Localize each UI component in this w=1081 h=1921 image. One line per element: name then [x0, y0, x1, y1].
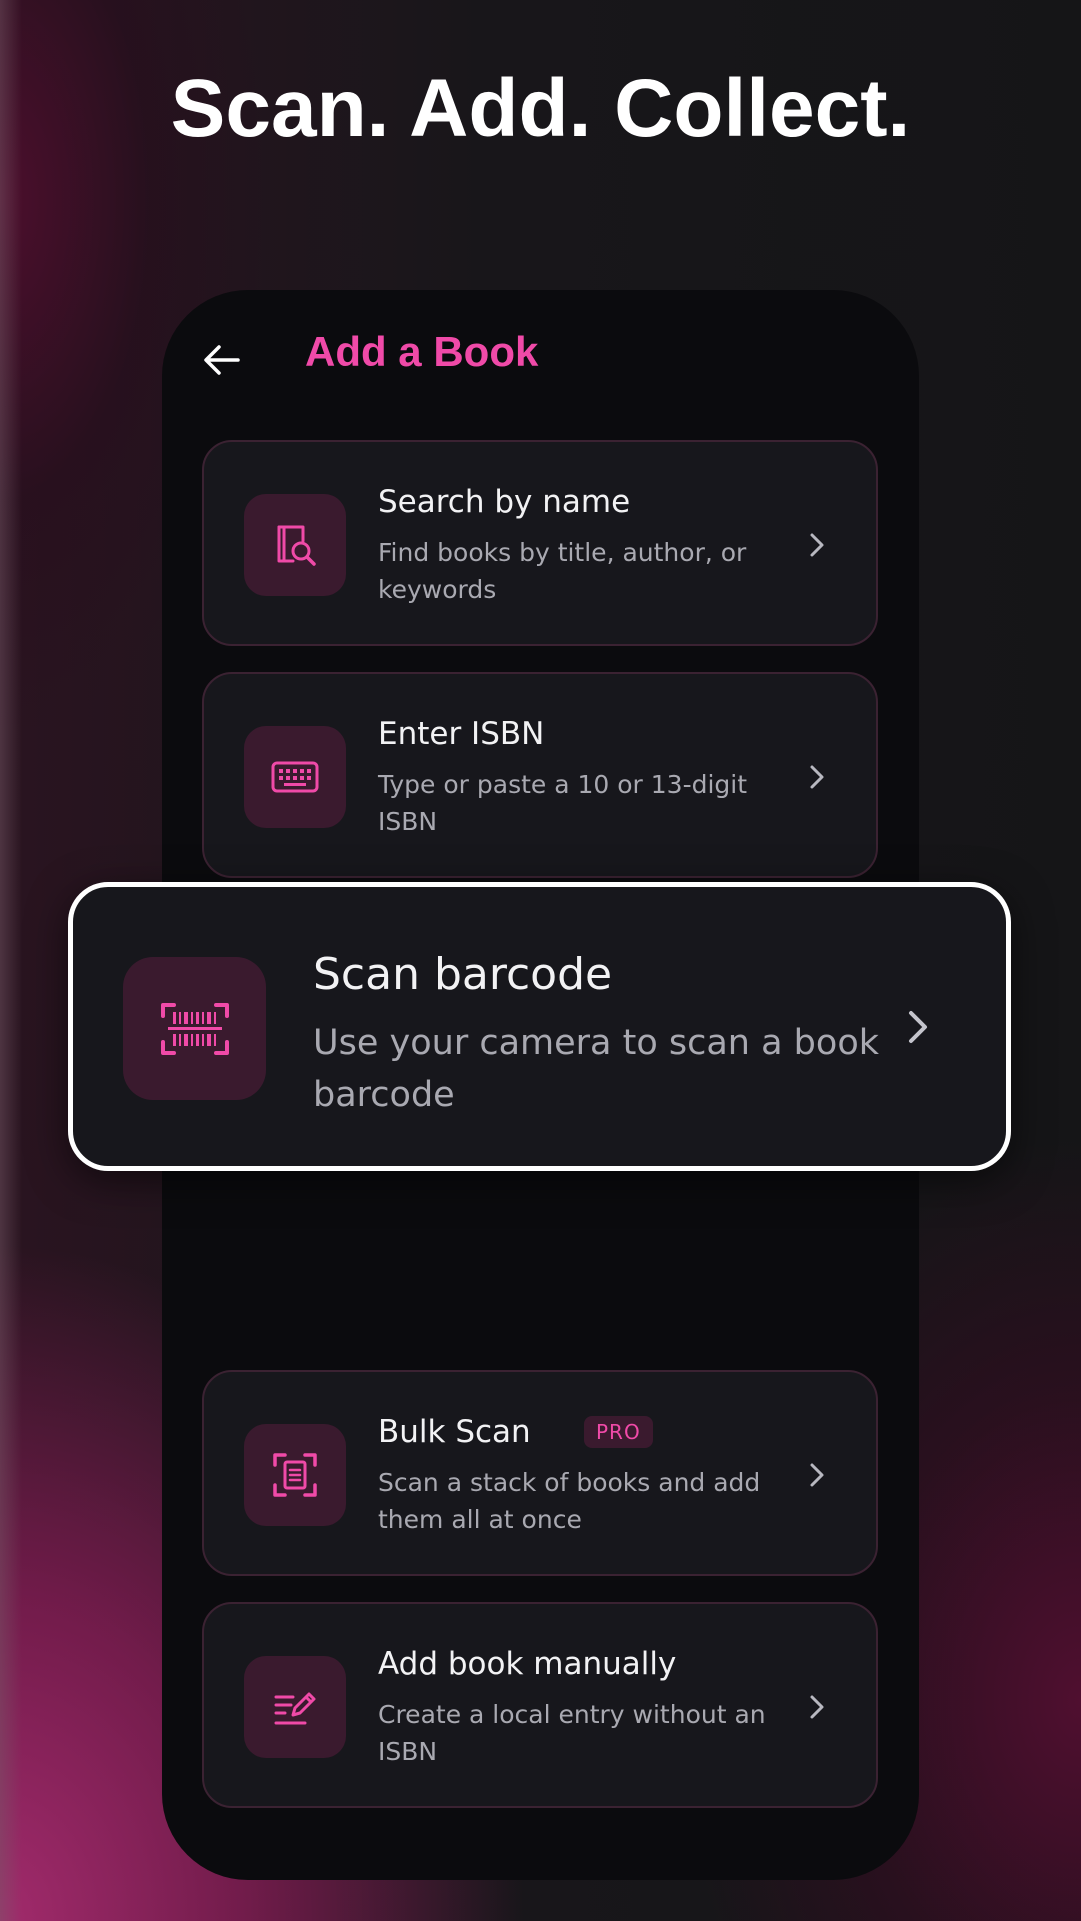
icon-tile: [244, 494, 346, 596]
option-description: Find books by title, author, or keywords: [378, 538, 747, 604]
option-search-by-name[interactable]: Search by name Find books by title, auth…: [202, 440, 878, 646]
edit-note-icon: [274, 1692, 316, 1725]
chevron-right-icon: [900, 1005, 936, 1049]
option-description: Use your camera to scan a book barcode: [313, 1023, 879, 1115]
icon-tile: [244, 1424, 346, 1526]
option-title: Enter ISBN: [378, 716, 545, 752]
document-scan-icon: [273, 1453, 317, 1497]
option-description: Scan a stack of books and add them all a…: [378, 1468, 761, 1534]
arrow-left-icon: [204, 345, 240, 375]
chevron-right-icon: [802, 528, 832, 562]
option-title: Add book manually: [378, 1646, 677, 1682]
promo-headline: Scan. Add. Collect.: [170, 63, 911, 154]
chevron-right-icon: [802, 1458, 832, 1492]
option-title: Scan barcode: [313, 949, 613, 1000]
screen-title: Add a Book: [305, 328, 539, 375]
option-title: Bulk Scan: [378, 1414, 531, 1450]
icon-tile: [244, 726, 346, 828]
option-title: Search by name: [378, 484, 631, 520]
barcode-scan-icon: [160, 1002, 229, 1055]
option-bulk-scan[interactable]: Bulk Scan PRO Scan a stack of books and …: [202, 1370, 878, 1576]
book-search-icon: [277, 525, 316, 566]
icon-tile: [244, 1656, 346, 1758]
keyboard-icon: [271, 761, 319, 793]
option-description: Type or paste a 10 or 13-digit ISBN: [378, 770, 748, 836]
chevron-right-icon: [802, 1690, 832, 1724]
option-enter-isbn[interactable]: Enter ISBN Type or paste a 10 or 13-digi…: [202, 672, 878, 878]
back-button[interactable]: [192, 330, 252, 390]
option-scan-barcode[interactable]: Scan barcode Use your camera to scan a b…: [68, 882, 1011, 1171]
option-description: Create a local entry without an ISBN: [378, 1700, 766, 1766]
pro-badge: PRO: [584, 1416, 653, 1448]
background-edge: [0, 0, 22, 1921]
icon-tile: [123, 957, 266, 1100]
chevron-right-icon: [802, 760, 832, 794]
option-add-manually[interactable]: Add book manually Create a local entry w…: [202, 1602, 878, 1808]
app-bar: Add a Book: [162, 290, 919, 420]
